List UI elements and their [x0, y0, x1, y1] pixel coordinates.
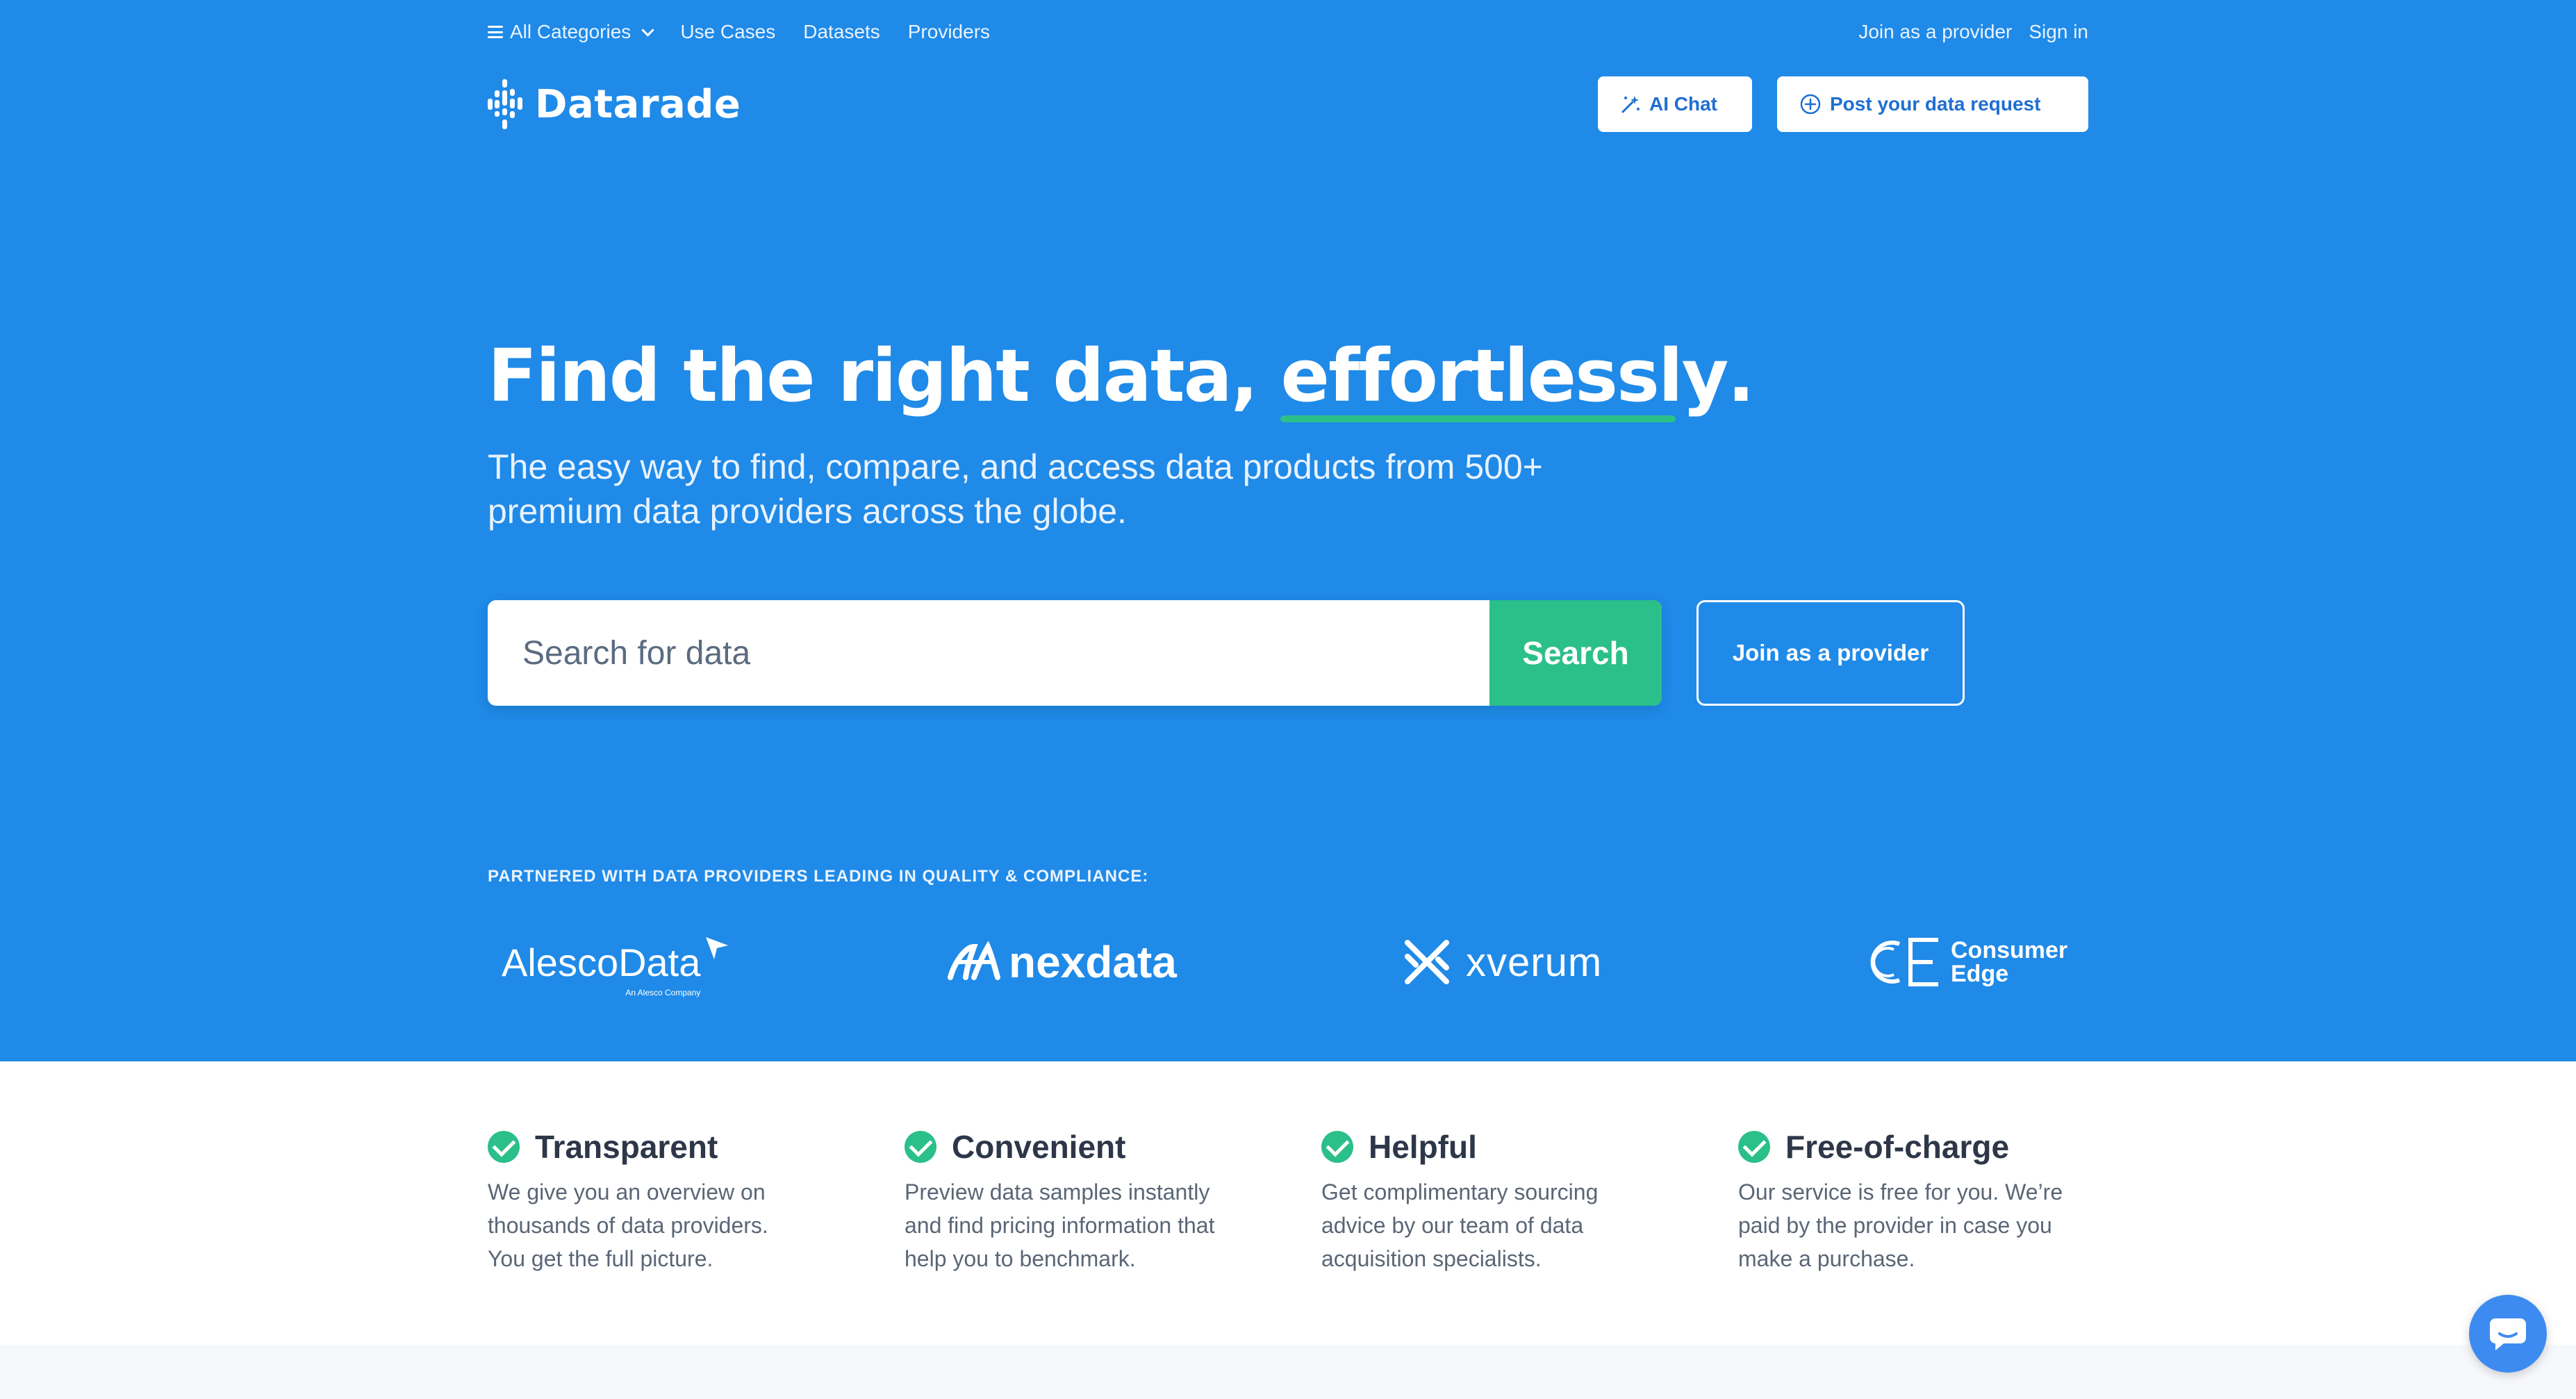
- feature-desc-line: help you to benchmark.: [905, 1246, 1136, 1271]
- alescodata-arrow-icon: [706, 937, 729, 959]
- chat-widget-button[interactable]: [2469, 1295, 2547, 1373]
- feature-desc-line: advice by our team of data: [1321, 1213, 1584, 1238]
- consumer-edge-line-2: Edge: [1951, 961, 2009, 987]
- feature-description: We give you an overview on thousands of …: [488, 1175, 849, 1275]
- check-circle-icon: [1321, 1131, 1353, 1163]
- hero-section: All Categories Use Cases Datasets Provid…: [0, 0, 2576, 1061]
- ai-chat-label: AI Chat: [1649, 93, 1717, 115]
- features-section: Transparent We give you an overview on t…: [0, 1061, 2576, 1345]
- alescodata-tagline: An Alesco Company: [625, 987, 701, 997]
- feature-title: Free-of-charge: [1785, 1129, 2010, 1165]
- partner-logo-consumer-edge[interactable]: Consumer Edge: [1863, 924, 2067, 1000]
- nav-datasets[interactable]: Datasets: [803, 21, 880, 43]
- nav-sign-in[interactable]: Sign in: [2029, 21, 2088, 43]
- nav-join-provider[interactable]: Join as a provider: [1858, 21, 2012, 43]
- xverum-name: xverum: [1466, 939, 1603, 985]
- nexdata-name: nexdata: [1009, 937, 1177, 987]
- subtitle-line-2: premium data providers across the globe.: [488, 492, 1127, 531]
- search-input[interactable]: [488, 600, 1489, 706]
- brand-row: Datarade AI Chat Post your data request: [488, 76, 2088, 133]
- consumer-edge-wordmark: Consumer Edge: [1951, 938, 2067, 986]
- partner-logos: AlescoData An Alesco Company nexdata xve…: [488, 924, 2088, 1000]
- chat-bubble-icon: [2490, 1318, 2526, 1350]
- feature-description: Our service is free for you. We’re paid …: [1738, 1175, 2099, 1275]
- headline-emphasis-text: effortlessly: [1280, 333, 1728, 418]
- top-nav-right: Join as a provider Sign in: [1858, 21, 2088, 43]
- feature-desc-line: Our service is free for you. We’re: [1738, 1179, 2063, 1205]
- xverum-mark-icon: [1405, 940, 1449, 984]
- feature-head: Transparent: [488, 1128, 849, 1166]
- nexdata-mark-icon: [948, 941, 1000, 980]
- search-box: Search: [488, 600, 1662, 706]
- headline-prefix: Find the right data,: [488, 333, 1281, 418]
- headline-suffix: .: [1727, 333, 1754, 418]
- partner-logo-xverum[interactable]: xverum: [1402, 924, 1602, 1000]
- feature-head: Helpful: [1321, 1128, 1683, 1166]
- feature-description: Get complimentary sourcing advice by our…: [1321, 1175, 1683, 1275]
- feature-head: Convenient: [905, 1128, 1266, 1166]
- hero-headline: Find the right data, effortlessly.: [488, 333, 1755, 418]
- feature-desc-line: Get complimentary sourcing: [1321, 1179, 1599, 1205]
- plus-circle-icon: [1800, 94, 1821, 115]
- feature-desc-line: and find pricing information that: [905, 1213, 1215, 1238]
- partner-logo-nexdata[interactable]: nexdata: [946, 924, 1177, 1000]
- feature-desc-line: We give you an overview on: [488, 1179, 766, 1205]
- feature-description: Preview data samples instantly and find …: [905, 1175, 1266, 1275]
- check-circle-icon: [488, 1131, 520, 1163]
- feature-desc-line: thousands of data providers.: [488, 1213, 768, 1238]
- datarade-logo-icon: [488, 79, 522, 129]
- feature-desc-line: acquisition specialists.: [1321, 1246, 1542, 1271]
- check-circle-icon: [905, 1131, 936, 1163]
- top-navigation: All Categories Use Cases Datasets Provid…: [488, 0, 2088, 69]
- feature-free-of-charge: Free-of-charge Our service is free for y…: [1738, 1128, 2099, 1275]
- headline-emphasis: effortlessly: [1280, 333, 1728, 418]
- feature-title: Transparent: [535, 1129, 718, 1165]
- alescodata-wordmark: AlescoData An Alesco Company: [502, 940, 701, 997]
- hero-subtitle: The easy way to find, compare, and acces…: [488, 445, 1669, 533]
- join-as-provider-button[interactable]: Join as a provider: [1696, 600, 1965, 706]
- feature-title: Helpful: [1369, 1129, 1477, 1165]
- all-categories-label: All Categories: [510, 21, 631, 42]
- consumer-edge-line-1: Consumer: [1951, 937, 2068, 963]
- brand-name: Datarade: [535, 81, 741, 127]
- feature-desc-line: paid by the provider in case you: [1738, 1213, 2052, 1238]
- all-categories-menu[interactable]: All Categories: [488, 21, 655, 43]
- feature-desc-line: Preview data samples instantly: [905, 1179, 1210, 1205]
- top-nav-left: All Categories Use Cases Datasets Provid…: [488, 21, 990, 43]
- subtitle-line-1: The easy way to find, compare, and acces…: [488, 447, 1543, 486]
- feature-desc-line: make a purchase.: [1738, 1246, 1915, 1271]
- chevron-down-icon: [641, 23, 655, 37]
- nav-use-cases[interactable]: Use Cases: [680, 21, 775, 43]
- feature-helpful: Helpful Get complimentary sourcing advic…: [1321, 1128, 1683, 1275]
- check-circle-icon: [1738, 1131, 1770, 1163]
- search-button[interactable]: Search: [1489, 600, 1662, 706]
- post-data-request-button[interactable]: Post your data request: [1777, 76, 2088, 132]
- ai-chat-button[interactable]: AI Chat: [1598, 76, 1752, 132]
- consumer-edge-mark-icon: [1870, 938, 1938, 986]
- alescodata-name: AlescoData: [502, 940, 701, 984]
- hamburger-icon: [488, 26, 503, 38]
- partner-logo-alescodata[interactable]: AlescoData An Alesco Company: [502, 924, 731, 1000]
- feature-desc-line: You get the full picture.: [488, 1246, 713, 1271]
- post-data-request-label: Post your data request: [1830, 93, 2041, 115]
- magic-wand-icon: [1621, 96, 1640, 113]
- feature-title: Convenient: [952, 1129, 1126, 1165]
- nav-providers[interactable]: Providers: [908, 21, 990, 43]
- feature-convenient: Convenient Preview data samples instantl…: [905, 1128, 1266, 1275]
- feature-transparent: Transparent We give you an overview on t…: [488, 1128, 849, 1275]
- feature-head: Free-of-charge: [1738, 1128, 2099, 1166]
- datarade-logo[interactable]: Datarade: [488, 79, 741, 129]
- partners-label: PARTNERED WITH DATA PROVIDERS LEADING IN…: [488, 867, 1149, 886]
